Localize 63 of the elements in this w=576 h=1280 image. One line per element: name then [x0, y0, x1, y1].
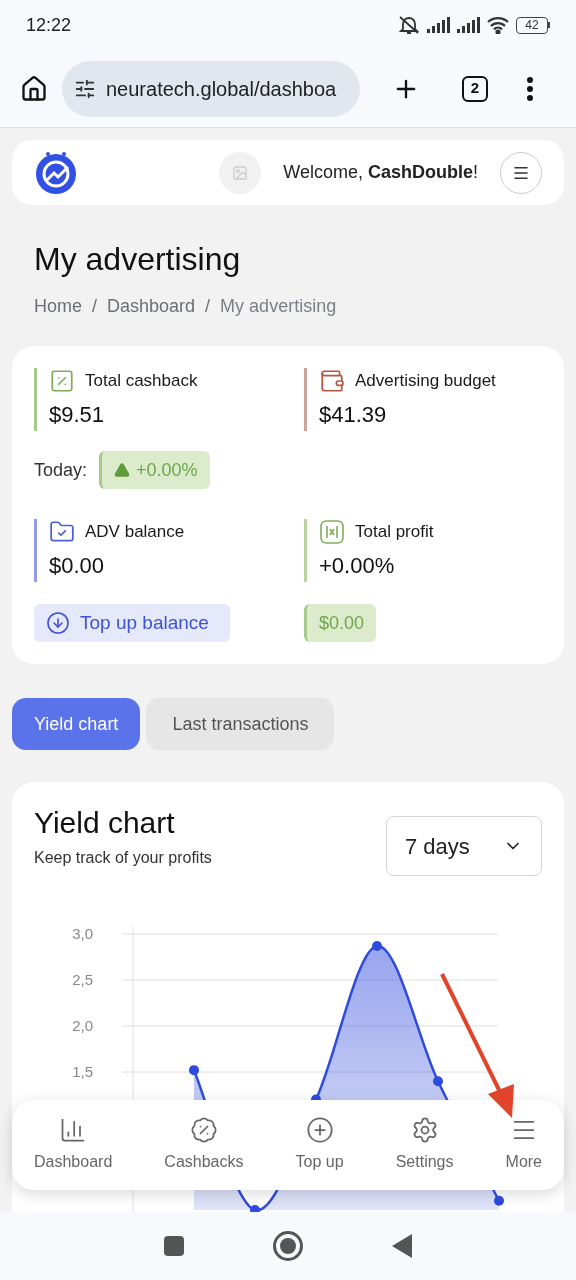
- breadcrumb-separator: /: [205, 295, 211, 318]
- back-button[interactable]: [391, 1234, 412, 1258]
- stat-value: $41.39: [319, 401, 388, 429]
- frame-icon: [319, 519, 345, 545]
- data-point: [250, 1205, 260, 1212]
- breadcrumb-separator: /: [92, 295, 98, 318]
- data-point: [494, 1195, 504, 1206]
- top-up-balance-button[interactable]: Top up balance: [34, 604, 230, 642]
- nav-item[interactable]: Dashboard: [34, 1116, 113, 1174]
- nav-item[interactable]: Top up: [295, 1116, 344, 1174]
- tab-count-button[interactable]: 2: [462, 75, 488, 102]
- logo: [34, 150, 78, 195]
- welcome-text: Welcome, CashDouble!: [283, 161, 478, 184]
- status-time: 12:22: [26, 13, 72, 37]
- nav-item[interactable]: More: [505, 1116, 542, 1174]
- chart-subtitle: Keep track of your profits: [34, 848, 212, 868]
- tab[interactable]: Last transactions: [146, 698, 335, 750]
- change-value: +0.00%: [136, 458, 198, 482]
- stat-label: Total profit: [355, 521, 434, 544]
- stat-label: Advertising budget: [355, 370, 496, 393]
- page-title: My advertising: [34, 240, 242, 279]
- nav-item[interactable]: Cashbacks: [164, 1116, 244, 1174]
- url-text: neuratech.global/dashboa: [106, 76, 337, 102]
- download-circle-icon: [46, 611, 70, 635]
- bell-off-icon: [398, 15, 420, 35]
- recents-button[interactable]: [164, 1236, 185, 1256]
- more-vertical-icon: [527, 76, 533, 101]
- stat-value: $9.51: [49, 401, 106, 429]
- percent-badge-icon: [189, 1116, 218, 1144]
- percent-square-icon: [49, 368, 75, 394]
- image-icon: [232, 164, 249, 181]
- today-label: Today:: [34, 458, 88, 482]
- breadcrumb-link[interactable]: Home: [34, 293, 82, 320]
- stat-label: ADV balance: [85, 521, 185, 544]
- stat-value: $0.00: [49, 552, 106, 580]
- data-point: [433, 1076, 443, 1087]
- signal-icon: [456, 17, 480, 33]
- wifi-icon: [486, 16, 510, 34]
- profit-amount: $0.00: [304, 604, 377, 642]
- breadcrumb-link[interactable]: Dashboard: [107, 293, 196, 320]
- site-settings-icon[interactable]: [74, 77, 96, 100]
- battery-indicator: 42: [516, 16, 548, 34]
- address-bar[interactable]: neuratech.global/dashboa: [62, 60, 360, 117]
- data-point: [189, 1065, 199, 1076]
- axis-label: 1,5: [72, 1063, 93, 1080]
- stat-value: +0.00%: [319, 552, 396, 580]
- signal-icon: [426, 17, 450, 33]
- data-point: [372, 940, 382, 951]
- chart-title: Yield chart: [34, 805, 176, 841]
- plus-circle-icon: [305, 1116, 334, 1144]
- nav-item[interactable]: Settings: [395, 1116, 454, 1174]
- breadcrumb-link[interactable]: My advertising: [220, 293, 337, 320]
- axis-label: 2,0: [72, 1017, 93, 1034]
- tab[interactable]: Yield chart: [12, 698, 141, 750]
- up-triangle-icon: [114, 462, 131, 478]
- home-nav-button[interactable]: [273, 1231, 303, 1261]
- stat-label: Total cashback: [85, 370, 198, 393]
- axis-label: 2,5: [72, 971, 93, 988]
- folder-check-icon: [49, 519, 75, 545]
- period-select[interactable]: 7 days: [386, 816, 542, 876]
- home-icon: [20, 74, 48, 103]
- axis-label: 3,0: [72, 925, 93, 942]
- wallet-icon: [319, 368, 345, 394]
